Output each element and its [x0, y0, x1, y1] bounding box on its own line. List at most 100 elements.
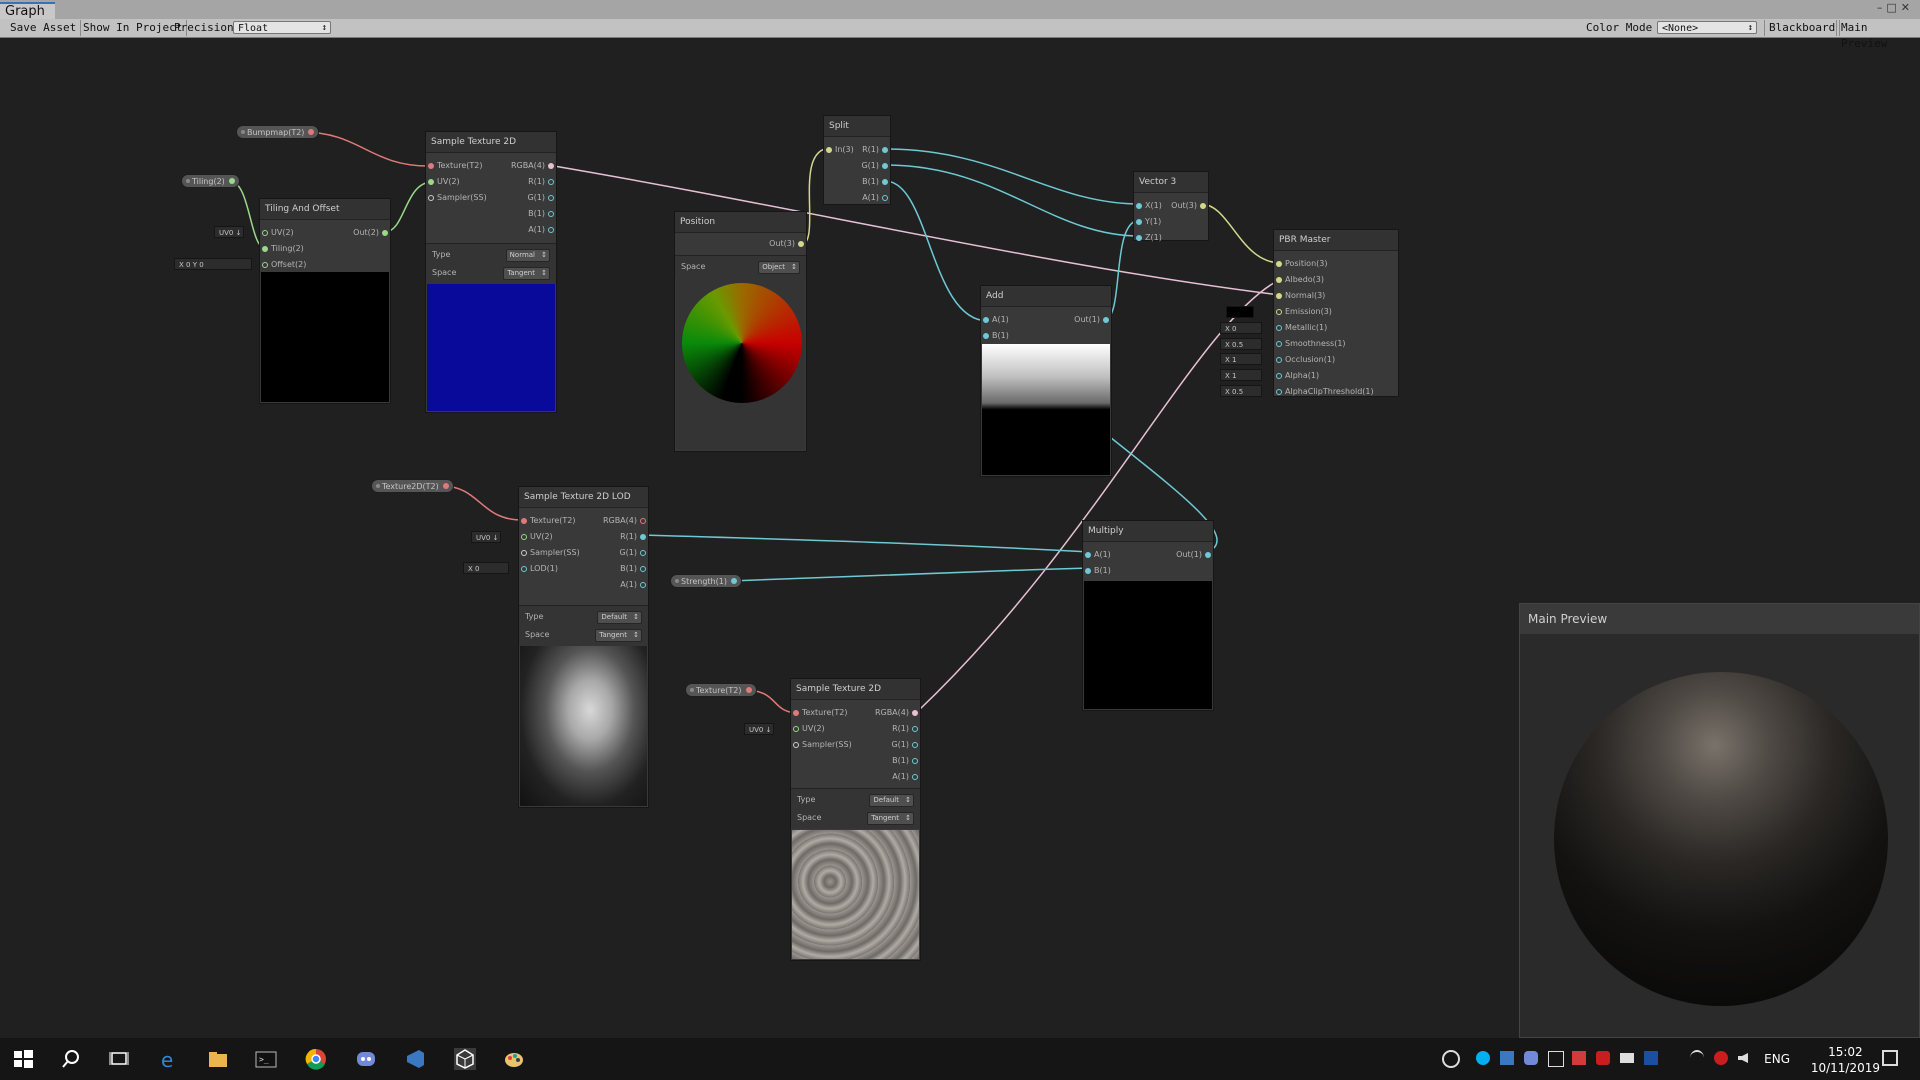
tiling-port[interactable] — [228, 178, 235, 184]
port-dot[interactable] — [798, 241, 804, 247]
port-alpha-clip[interactable]: AlphaClipThreshold(1) — [1274, 385, 1374, 399]
port-texture[interactable]: Texture(T2) — [426, 159, 483, 173]
port-dot[interactable] — [912, 710, 918, 716]
port-b[interactable]: B(1) — [892, 754, 920, 768]
port-r[interactable]: R(1) — [620, 530, 648, 544]
port-dot[interactable] — [983, 317, 989, 323]
port-a[interactable]: A(1) — [892, 770, 920, 784]
port-sampler[interactable]: Sampler(SS) — [791, 738, 852, 752]
emission-color-swatch[interactable] — [1226, 306, 1254, 318]
blackboard-toggle[interactable]: Blackboard — [1764, 20, 1841, 36]
node-sample-texture-2d-rock[interactable]: Sample Texture 2D Texture(T2) UV(2) Samp… — [790, 678, 921, 961]
type-dropdown[interactable]: Default — [869, 794, 914, 807]
tray-app-icon[interactable] — [1500, 1051, 1514, 1065]
port-lod[interactable]: LOD(1) — [519, 562, 558, 576]
port-sampler[interactable]: Sampler(SS) — [519, 546, 580, 560]
port-dot[interactable] — [1276, 277, 1282, 283]
port-smoothness[interactable]: Smoothness(1) — [1274, 337, 1346, 351]
unity-icon[interactable] — [454, 1048, 476, 1070]
port-b[interactable]: B(1) — [862, 175, 890, 189]
port-dot[interactable] — [428, 179, 434, 185]
usb-tray-icon[interactable] — [1620, 1053, 1634, 1063]
taskbar-clock[interactable]: 15:02 10/11/2019 — [1811, 1044, 1880, 1076]
port-uv[interactable]: UV(2) — [260, 226, 294, 240]
port-dot[interactable] — [640, 582, 646, 588]
port-dot[interactable] — [1276, 341, 1282, 347]
terminal-icon[interactable]: >_ — [255, 1048, 277, 1070]
port-dot[interactable] — [382, 230, 388, 236]
discord-icon[interactable] — [355, 1048, 377, 1070]
port-dot[interactable] — [1276, 325, 1282, 331]
tray-app-icon[interactable] — [1644, 1051, 1658, 1065]
port-position[interactable]: Position(3) — [1274, 257, 1327, 271]
notifications-icon[interactable] — [1882, 1050, 1898, 1066]
space-dropdown[interactable]: Object — [758, 261, 800, 274]
port-dot[interactable] — [912, 758, 918, 764]
port-a[interactable]: A(1) — [1083, 548, 1111, 562]
port-x[interactable]: X(1) — [1134, 199, 1162, 213]
metallic-input[interactable]: X 0 — [1220, 322, 1262, 334]
type-dropdown[interactable]: Normal — [505, 249, 550, 262]
skype-icon[interactable] — [1476, 1051, 1490, 1065]
tex2-uv-input[interactable]: UV0 ↓ — [744, 723, 774, 735]
port-dot[interactable] — [793, 742, 799, 748]
language-indicator[interactable]: ENG — [1764, 1052, 1790, 1066]
port-dot[interactable] — [1136, 203, 1142, 209]
port-dot[interactable] — [793, 710, 799, 716]
color-mode-dropdown[interactable]: <None> — [1657, 21, 1757, 35]
window-controls[interactable]: –□✕ — [1877, 1, 1914, 14]
tiling-property[interactable]: Tiling(2) — [181, 174, 240, 188]
port-dot[interactable] — [983, 333, 989, 339]
search-icon[interactable] — [60, 1048, 82, 1070]
port-dot[interactable] — [793, 726, 799, 732]
port-uv[interactable]: UV(2) — [426, 175, 460, 189]
port-dot[interactable] — [640, 518, 646, 524]
main-preview-panel[interactable]: Main Preview — [1519, 603, 1920, 1038]
port-b[interactable]: B(1) — [1083, 564, 1111, 578]
volume-icon[interactable] — [1738, 1053, 1748, 1063]
port-r[interactable]: R(1) — [892, 722, 920, 736]
port-dot[interactable] — [1276, 389, 1282, 395]
discord-tray-icon[interactable] — [1524, 1051, 1538, 1065]
bumpmap-property[interactable]: Bumpmap(T2) — [236, 125, 320, 139]
port-b[interactable]: B(1) — [528, 207, 556, 221]
port-metallic[interactable]: Metallic(1) — [1274, 321, 1327, 335]
port-dot[interactable] — [521, 566, 527, 572]
windows-start-icon[interactable] — [12, 1048, 34, 1070]
port-dot[interactable] — [1136, 235, 1142, 241]
port-dot[interactable] — [521, 518, 527, 524]
port-dot[interactable] — [428, 163, 434, 169]
tiling-uv-input[interactable]: UV0 ↓ — [214, 226, 244, 238]
port-albedo[interactable]: Albedo(3) — [1274, 273, 1324, 287]
node-pbr-master[interactable]: PBR Master Position(3) Albedo(3) Normal(… — [1273, 229, 1399, 397]
precision-dropdown[interactable]: Float — [233, 21, 331, 35]
port-a[interactable]: A(1) — [981, 313, 1009, 327]
port-alpha[interactable]: Alpha(1) — [1274, 369, 1319, 383]
node-sample-texture-2d-normal[interactable]: Sample Texture 2D Texture(T2) UV(2) Samp… — [425, 131, 557, 413]
lod-uv-input[interactable]: UV0 ↓ — [471, 531, 501, 543]
space-dropdown[interactable]: Tangent — [503, 267, 550, 280]
network-icon[interactable] — [1690, 1050, 1704, 1066]
port-uv[interactable]: UV(2) — [519, 530, 553, 544]
type-dropdown[interactable]: Default — [597, 611, 642, 624]
texture2d-property[interactable]: Texture2D(T2) — [371, 479, 454, 493]
port-dot[interactable] — [640, 566, 646, 572]
node-tiling-and-offset[interactable]: Tiling And Offset UV(2) Tiling(2) Offset… — [259, 198, 391, 404]
occlusion-input[interactable]: X 1 — [1220, 353, 1262, 365]
texture2d-port[interactable] — [442, 483, 449, 489]
port-dot[interactable] — [826, 147, 832, 153]
visual-studio-icon[interactable] — [404, 1048, 426, 1070]
port-z[interactable]: Z(1) — [1134, 231, 1162, 245]
port-dot[interactable] — [548, 227, 554, 233]
bumpmap-port[interactable] — [308, 129, 315, 135]
port-dot[interactable] — [1136, 219, 1142, 225]
node-sample-texture-2d-lod[interactable]: Sample Texture 2D LOD Texture(T2) UV(2) … — [518, 486, 649, 808]
port-g[interactable]: G(1) — [891, 738, 920, 752]
port-dot[interactable] — [262, 230, 268, 236]
smoothness-input[interactable]: X 0.5 — [1220, 338, 1262, 350]
port-dot[interactable] — [1276, 309, 1282, 315]
port-dot[interactable] — [1276, 261, 1282, 267]
port-a[interactable]: A(1) — [528, 223, 556, 237]
port-rgba[interactable]: RGBA(4) — [511, 159, 556, 173]
port-dot[interactable] — [882, 179, 888, 185]
